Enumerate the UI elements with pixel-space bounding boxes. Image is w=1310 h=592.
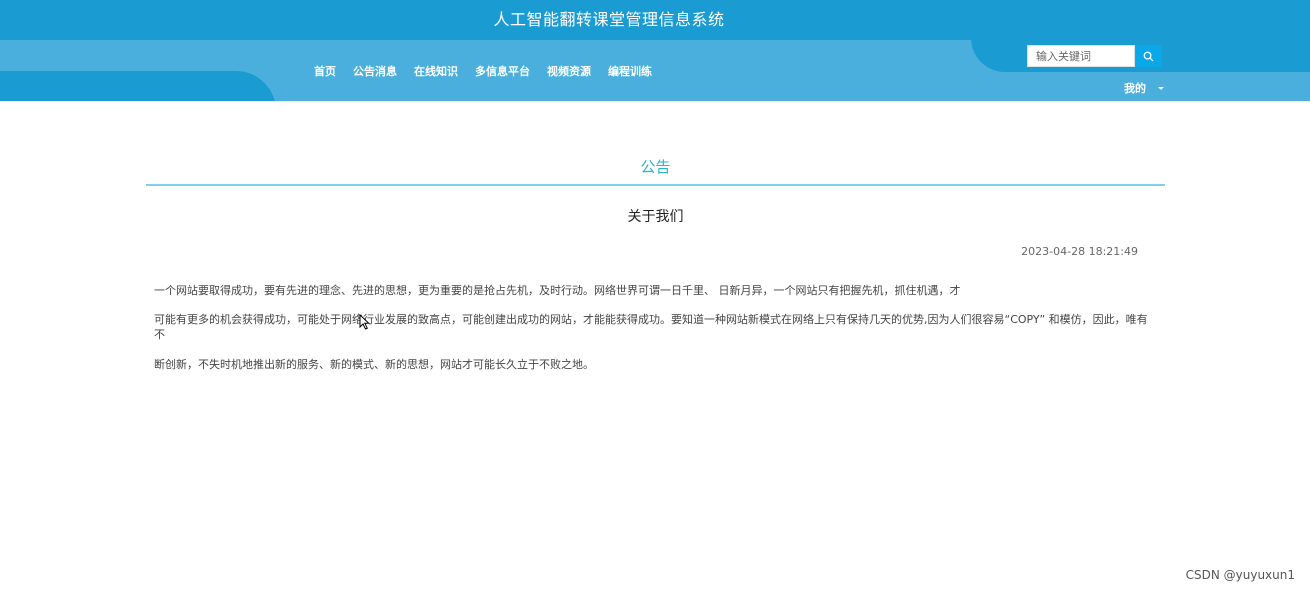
nav-programming-training[interactable]: 编程训练 [608, 63, 652, 81]
watermark: CSDN @yuyuxun1 [1185, 568, 1295, 582]
site-title: 人工智能翻转课堂管理信息系统 [493, 10, 725, 29]
search-icon [1143, 51, 1154, 61]
user-menu-label: 我的 [1124, 82, 1146, 95]
main-nav: 首页 公告消息 在线知识 多信息平台 视频资源 编程训练 [314, 63, 669, 81]
nav-multi-info-platform[interactable]: 多信息平台 [475, 63, 530, 81]
chevron-down-icon [1158, 86, 1164, 90]
mouse-cursor-icon [359, 314, 370, 330]
nav-home[interactable]: 首页 [314, 63, 336, 81]
article-title: 关于我们 [627, 209, 684, 225]
nav-announcements[interactable]: 公告消息 [353, 63, 397, 81]
search-input[interactable] [1027, 45, 1135, 67]
article-paragraph: 一个网站要取得成功，要有先进的理念、先进的思想，更为重要的是抢占先机，及时行动。… [154, 284, 961, 297]
article-paragraph: 可能有更多的机会获得成功，可能处于网络行业发展的致高点，可能创建出成功的网站，才… [154, 313, 1148, 341]
article-timestamp: 2023-04-28 18:21:49 [1021, 245, 1138, 258]
article-paragraph: 断创新，不失时机地推出新的服务、新的模式、新的思想，网站才可能长久立于不败之地。 [154, 358, 594, 371]
header-wave-left [0, 71, 276, 101]
section-title: 公告 [640, 158, 671, 176]
section-divider [146, 184, 1165, 186]
search-box [1027, 45, 1162, 67]
header: 人工智能翻转课堂管理信息系统 首页 公告消息 在线知识 多信息平台 视频资源 编… [0, 0, 1310, 101]
nav-online-knowledge[interactable]: 在线知识 [414, 63, 458, 81]
user-menu[interactable]: 我的 [1124, 80, 1164, 96]
search-button[interactable] [1135, 45, 1162, 67]
nav-video-resources[interactable]: 视频资源 [547, 63, 591, 81]
